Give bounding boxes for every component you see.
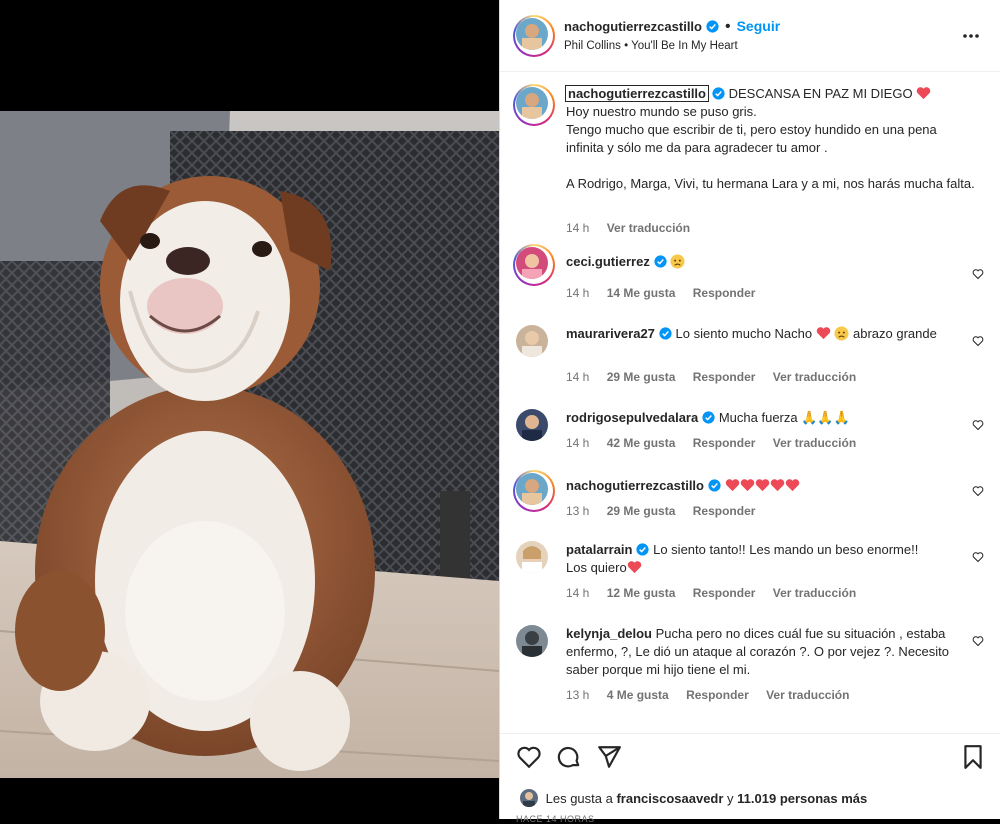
commenter-username[interactable]: maurarivera27: [566, 326, 655, 341]
caption-avatar[interactable]: [513, 84, 555, 126]
like-comment-icon[interactable]: [972, 551, 984, 563]
verified-badge-icon: [654, 255, 667, 268]
post-header: nachogutierrezcastillo • Seguir Phil Colli…: [500, 0, 1000, 72]
post-timestamp[interactable]: HACE 14 HORAS: [516, 814, 595, 824]
comment-text: Los quiero: [566, 560, 627, 575]
post-photo-bulldog[interactable]: [0, 111, 499, 778]
verified-badge-icon: [659, 327, 672, 340]
like-comment-icon[interactable]: [972, 335, 984, 347]
comment-text: Lo siento tanto!! Les mando un beso enor…: [653, 542, 919, 557]
like-comment-icon[interactable]: [972, 419, 984, 431]
comment-likes[interactable]: 12 Me gusta: [607, 586, 676, 600]
comment-text: Mucha fuerza: [718, 410, 798, 425]
post-actions: Les gusta a franciscosaavedr y 11.019 pe…: [500, 733, 1000, 824]
audio-track[interactable]: Phil Collins • You'll Be In My Heart: [564, 40, 738, 52]
comment-likes[interactable]: 29 Me gusta: [607, 370, 676, 384]
verified-badge-icon: [712, 87, 725, 100]
comment-item: nachogutierrezcastillo 13 h 29 Me gusta …: [513, 470, 986, 525]
verified-badge-icon: [636, 543, 650, 556]
likes-summary[interactable]: Les gusta a franciscosaavedr y 11.019 pe…: [520, 789, 867, 807]
translate-link[interactable]: Ver traducción: [773, 436, 856, 450]
commenter-username[interactable]: patalarrain: [566, 542, 632, 557]
like-comment-icon[interactable]: [972, 485, 984, 497]
commenter-avatar[interactable]: [516, 625, 548, 657]
caption-line: Hoy nuestro mundo se puso gris.: [566, 104, 757, 119]
caption-title: DESCANSA EN PAZ MI DIEGO: [728, 86, 913, 101]
comment-icon[interactable]: [556, 744, 582, 770]
commenter-username[interactable]: nachogutierrezcastillo: [566, 478, 704, 493]
reply-button[interactable]: Responder: [693, 286, 756, 300]
commenter-avatar[interactable]: [516, 325, 548, 357]
reply-button[interactable]: Responder: [693, 436, 756, 450]
red-heart-emoji-icon: [816, 327, 830, 340]
comment-text: Lo siento mucho Nacho: [675, 326, 813, 341]
liked-by-user[interactable]: franciscosaavedr: [616, 791, 723, 806]
commenter-username[interactable]: rodrigosepulvedalara: [566, 410, 698, 425]
translate-link[interactable]: Ver traducción: [766, 688, 849, 702]
caption: nachogutierrezcastillo DESCANSA EN PAZ M…: [513, 84, 986, 235]
like-comment-icon[interactable]: [972, 268, 984, 280]
commenter-avatar[interactable]: [516, 541, 548, 573]
comment-time[interactable]: 13 h: [566, 504, 589, 518]
verified-badge-icon: [706, 20, 719, 33]
reply-button[interactable]: Responder: [686, 688, 749, 702]
translate-link[interactable]: Ver traducción: [773, 370, 856, 384]
comment-likes[interactable]: 14 Me gusta: [607, 286, 676, 300]
commenter-avatar[interactable]: [513, 470, 555, 512]
comment-item: patalarrain Lo siento tanto!! Les mando …: [516, 541, 986, 601]
reply-button[interactable]: Responder: [693, 586, 756, 600]
comment-item: rodrigosepulvedalara Mucha fuerza 🙏🙏🙏 14…: [516, 409, 986, 459]
comment-time[interactable]: 14 h: [566, 436, 589, 450]
commenter-avatar[interactable]: [513, 244, 555, 286]
share-icon[interactable]: [596, 744, 622, 770]
more-options-icon[interactable]: [961, 26, 981, 46]
red-hearts-emoji-icon: [725, 478, 800, 493]
red-heart-emoji-icon: [916, 87, 931, 100]
comment-time[interactable]: 14 h: [566, 286, 589, 300]
praying-hands-emoji-icon: 🙏🙏🙏: [801, 410, 850, 425]
comment-likes[interactable]: 4 Me gusta: [607, 688, 669, 702]
commenter-username[interactable]: kelynja_delou: [566, 626, 652, 641]
likes-mid: y: [727, 791, 734, 806]
separator-dot: •: [724, 18, 731, 35]
like-icon[interactable]: [516, 744, 542, 770]
likes-count[interactable]: 11.019 personas más: [737, 791, 867, 806]
save-icon[interactable]: [960, 744, 986, 770]
translate-link[interactable]: Ver traducción: [607, 221, 690, 235]
author-username[interactable]: nachogutierrezcastillo: [564, 19, 702, 34]
translate-link[interactable]: Ver traducción: [773, 586, 856, 600]
red-heart-emoji-icon: [627, 561, 641, 574]
reply-button[interactable]: Responder: [693, 370, 756, 384]
comment-time[interactable]: 14 h: [566, 370, 589, 384]
comment-likes[interactable]: 42 Me gusta: [607, 436, 676, 450]
liker-avatar: [520, 789, 538, 807]
author-avatar[interactable]: [513, 15, 555, 57]
instagram-post-modal: nachogutierrezcastillo • Seguir Phil Colli…: [0, 0, 1000, 824]
caption-time[interactable]: 14 h: [566, 221, 589, 235]
post-details-panel: nachogutierrezcastillo • Seguir Phil Colli…: [499, 0, 1000, 824]
comment-item: maurarivera27 Lo siento mucho Nacho abra…: [516, 325, 986, 385]
sad-face-emoji-icon: [670, 254, 685, 269]
caption-line: Tengo mucho que escribir de ti, pero est…: [566, 122, 937, 155]
comment-text: abrazo grande: [853, 326, 937, 341]
likes-prefix: Les gusta a: [545, 791, 613, 806]
comments-list: nachogutierrezcastillo DESCANSA EN PAZ M…: [500, 73, 1000, 733]
commenter-username[interactable]: ceci.gutierrez: [566, 254, 650, 269]
verified-badge-icon: [702, 411, 715, 424]
caption-username[interactable]: nachogutierrezcastillo: [565, 85, 709, 102]
sad-face-emoji-icon: [834, 326, 849, 341]
comment-time[interactable]: 13 h: [566, 688, 589, 702]
comment-time[interactable]: 14 h: [566, 586, 589, 600]
reply-button[interactable]: Responder: [693, 504, 756, 518]
follow-button[interactable]: Seguir: [737, 18, 781, 34]
verified-badge-icon: [708, 479, 721, 492]
like-comment-icon[interactable]: [972, 635, 984, 647]
comment-item: kelynja_delou Pucha pero no dices cuál f…: [516, 625, 986, 705]
comment-item: ceci.gutierrez 14 h 14 Me gusta Responde…: [513, 244, 986, 300]
post-media: [0, 0, 499, 819]
commenter-avatar[interactable]: [516, 409, 548, 441]
caption-line: A Rodrigo, Marga, Vivi, tu hermana Lara …: [566, 176, 975, 191]
comment-likes[interactable]: 29 Me gusta: [607, 504, 676, 518]
